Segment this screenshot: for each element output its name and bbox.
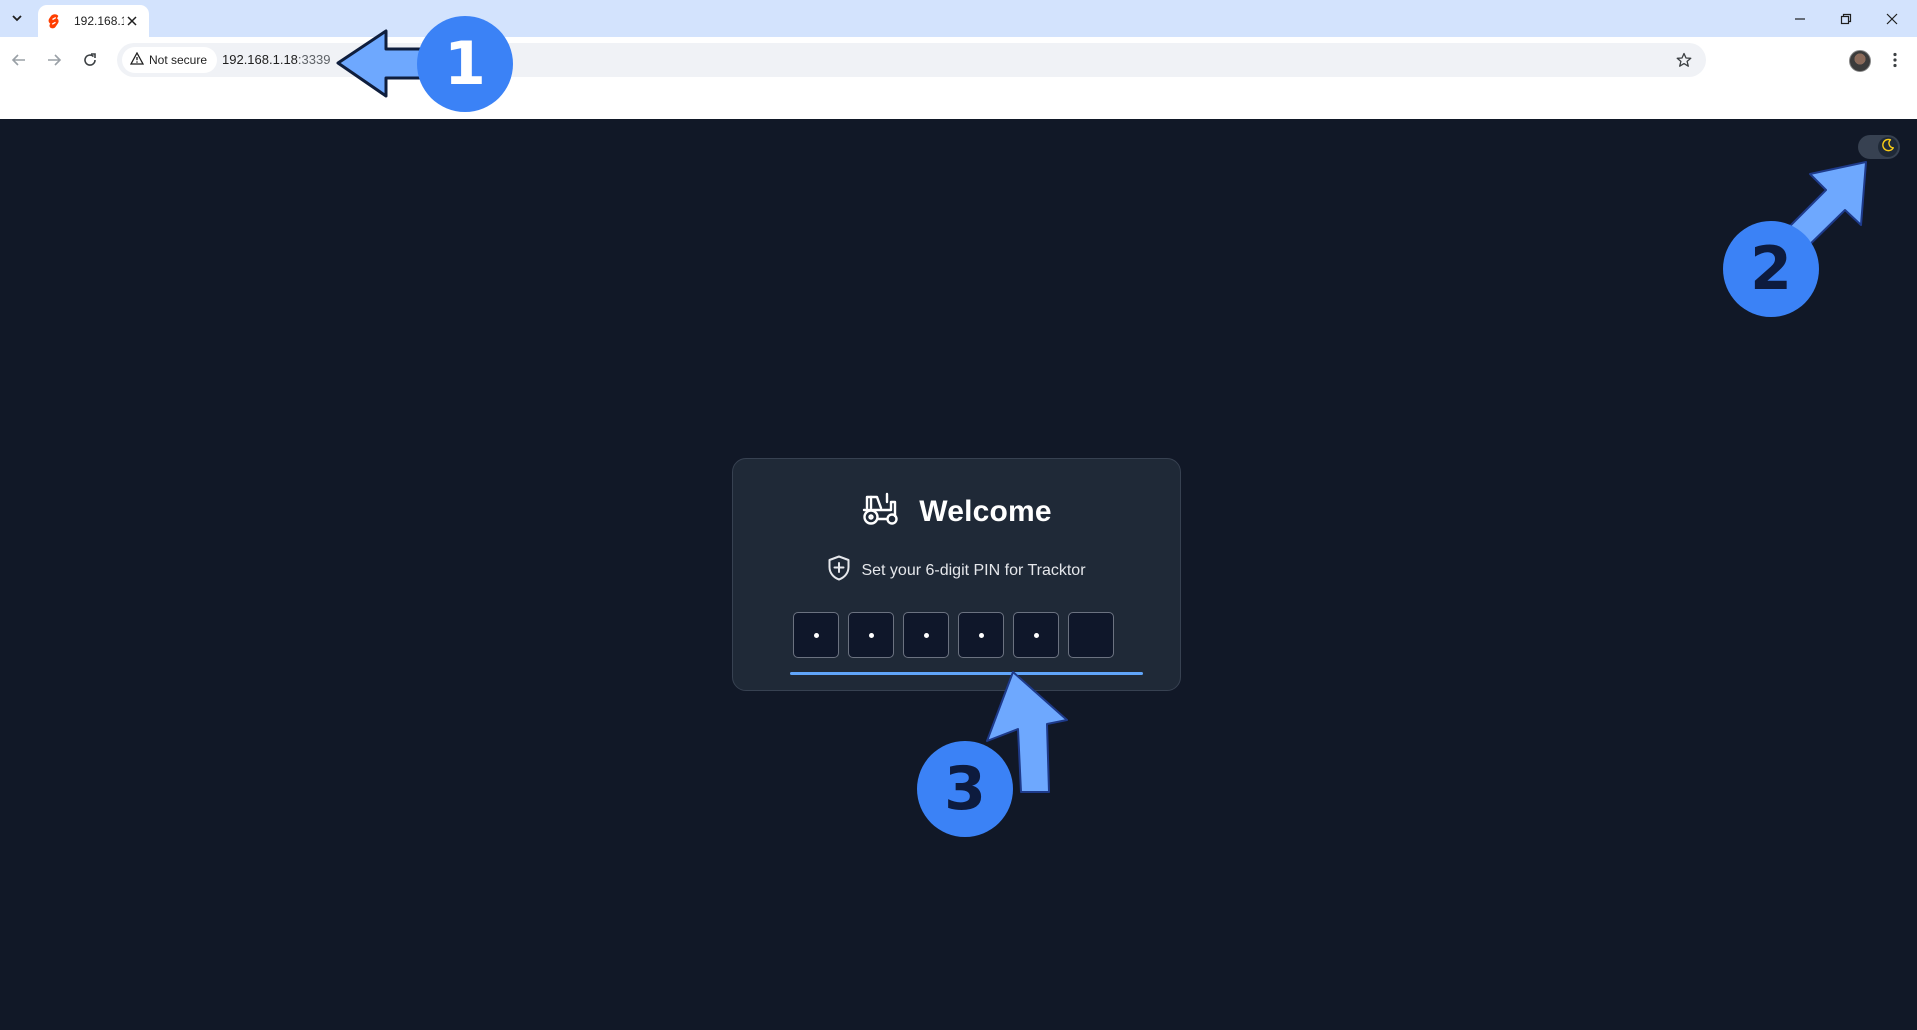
- moon-icon: [1881, 138, 1895, 157]
- warning-triangle-icon: [129, 51, 145, 68]
- kebab-menu-icon[interactable]: [1880, 45, 1910, 75]
- reload-icon[interactable]: [75, 45, 105, 75]
- bookmark-star-icon[interactable]: [1672, 48, 1696, 72]
- url-port: :3339: [297, 52, 331, 67]
- address-bar[interactable]: Not secure 192.168.1.18:3339: [117, 43, 1706, 77]
- tab-title: 192.168.1.18:3339: [74, 14, 124, 28]
- card-header: Welcome: [733, 492, 1180, 531]
- card-subtitle: Set your 6-digit PIN for Tracktor: [733, 555, 1180, 586]
- profile-avatar[interactable]: [1849, 50, 1871, 72]
- pin-digit-5[interactable]: [1013, 612, 1059, 658]
- pin-instructions: Set your 6-digit PIN for Tracktor: [861, 561, 1086, 579]
- window-close-icon[interactable]: [1869, 0, 1915, 37]
- browser-tab[interactable]: 192.168.1.18:3339: [38, 5, 149, 37]
- pin-focus-underline: [790, 672, 1143, 675]
- restore-icon[interactable]: [1823, 0, 1869, 37]
- tab-search-chevron-icon[interactable]: [4, 6, 30, 30]
- welcome-card: Welcome Set your 6-digit PIN for Trackto…: [732, 458, 1181, 691]
- pin-digit-4[interactable]: [958, 612, 1004, 658]
- pin-input-group: [793, 612, 1114, 658]
- pin-dot: [1033, 632, 1039, 638]
- card-title: Welcome: [919, 494, 1052, 528]
- pin-digit-6[interactable]: [1068, 612, 1114, 658]
- browser-tabstrip: 192.168.1.18:3339: [0, 0, 1917, 37]
- pin-dot: [923, 632, 929, 638]
- annotation-badge-3: 3: [917, 741, 1013, 837]
- theme-knob: [1878, 137, 1898, 157]
- url-host: 192.168.1.18: [222, 52, 298, 67]
- browser-toolbar: Not secure 192.168.1.18:3339: [0, 37, 1917, 82]
- tab-close-icon[interactable]: [123, 12, 141, 30]
- pin-digit-2[interactable]: [848, 612, 894, 658]
- tractor-icon: [861, 492, 901, 531]
- page-top-strip: [0, 82, 1917, 119]
- pin-digit-3[interactable]: [903, 612, 949, 658]
- back-icon[interactable]: [4, 45, 34, 75]
- url-text[interactable]: 192.168.1.18:3339: [222, 52, 330, 67]
- pin-dot: [868, 632, 874, 638]
- security-label: Not secure: [149, 53, 208, 67]
- pin-dot: [813, 632, 819, 638]
- security-chip[interactable]: Not secure: [122, 47, 218, 73]
- shield-plus-icon: [827, 555, 851, 586]
- pin-digit-1[interactable]: [793, 612, 839, 658]
- theme-toggle[interactable]: [1858, 135, 1900, 159]
- svelte-logo-icon: [46, 13, 62, 29]
- forward-icon[interactable]: [39, 45, 69, 75]
- pin-dot: [978, 632, 984, 638]
- minimize-icon[interactable]: [1777, 0, 1823, 37]
- annotation-badge-2: 2: [1723, 221, 1819, 317]
- annotation-badge-1: 1: [417, 16, 513, 112]
